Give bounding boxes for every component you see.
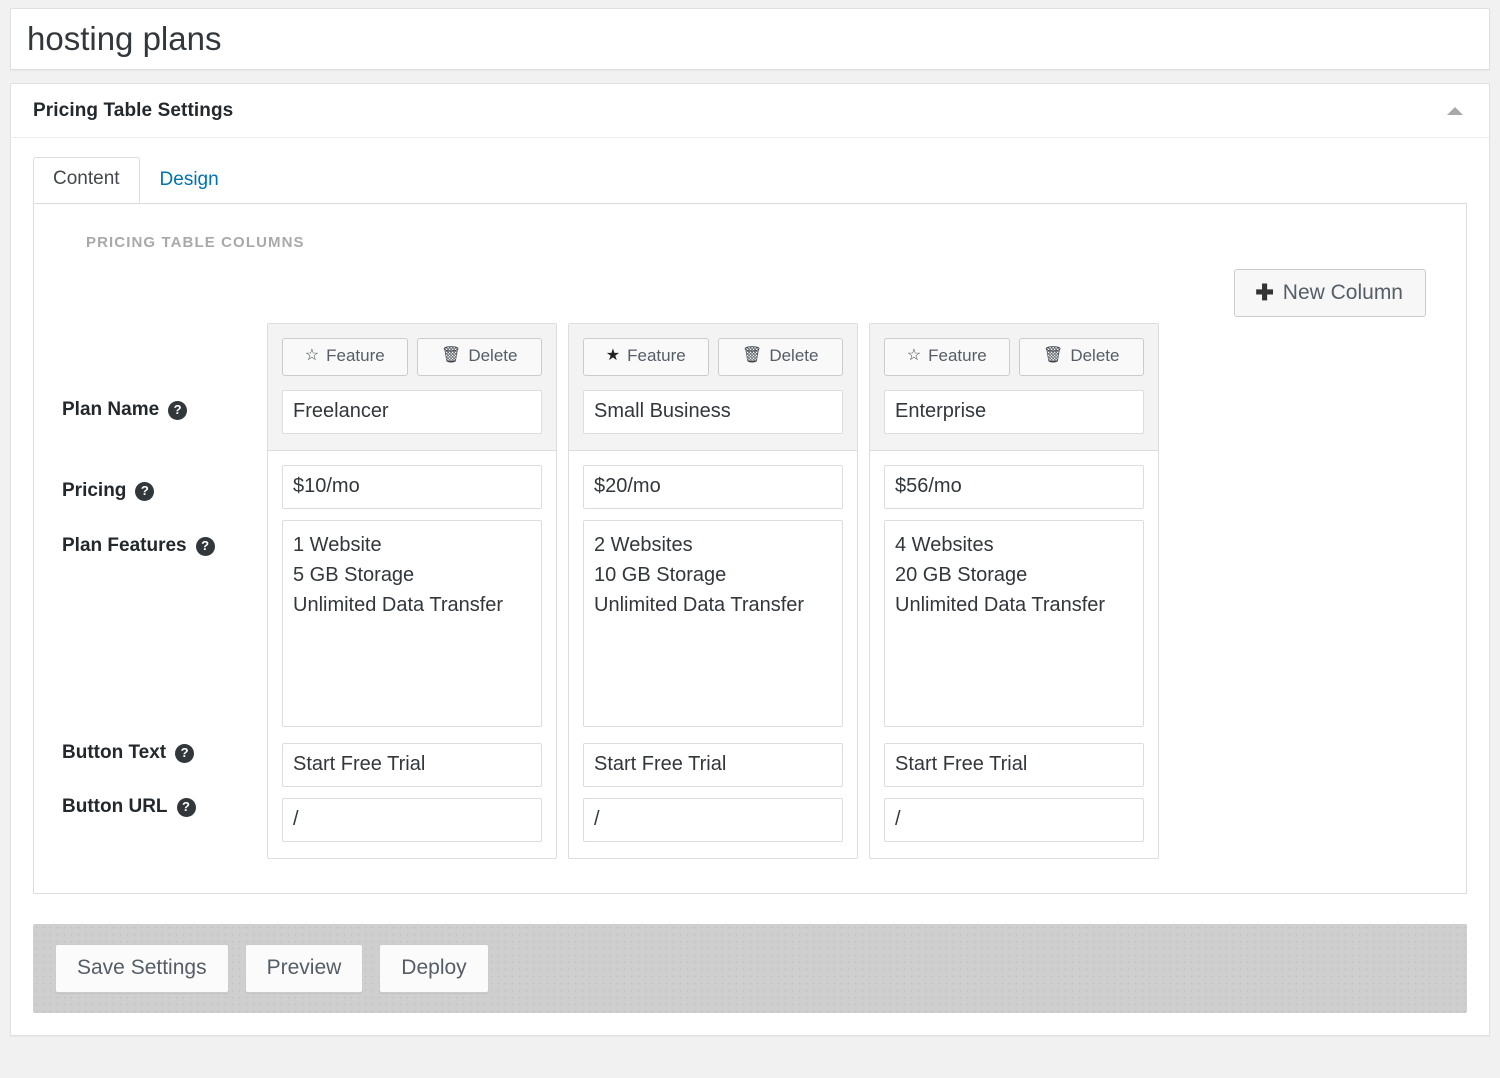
- label-pricing: Pricing ?: [62, 480, 267, 502]
- star-outline-icon: ☆: [305, 348, 319, 364]
- save-settings-button[interactable]: Save Settings: [55, 944, 229, 993]
- add-new-column-button[interactable]: ✚ New Column: [1234, 269, 1426, 317]
- column-body: 4 Websites 20 GB Storage Unlimited Data …: [870, 451, 1158, 858]
- feature-label: Feature: [326, 346, 385, 366]
- label-plan-name-text: Plan Name: [62, 399, 159, 421]
- button-text-input[interactable]: [282, 743, 542, 787]
- column-header: ☆ Feature 🗑 Delete: [268, 324, 556, 450]
- feature-label: Feature: [627, 346, 686, 366]
- label-button-text: Button Text ?: [62, 742, 267, 764]
- trash-icon: 🗑: [1043, 348, 1063, 364]
- column-header-buttons: ★ Feature 🗑 Delete: [583, 338, 843, 375]
- tab-design[interactable]: Design: [140, 158, 239, 203]
- plan-features-textarea[interactable]: 2 Websites 10 GB Storage Unlimited Data …: [583, 520, 843, 727]
- delete-column-button[interactable]: 🗑 Delete: [417, 338, 543, 375]
- column-header-buttons: ☆ Feature 🗑 Delete: [884, 338, 1144, 375]
- star-filled-icon: ★: [606, 348, 620, 364]
- label-plan-features-text: Plan Features: [62, 535, 187, 557]
- plan-name-input[interactable]: [884, 390, 1144, 434]
- metabox-header: Pricing Table Settings: [11, 84, 1489, 138]
- pricing-column-card: ☆ Feature 🗑 Delete: [869, 323, 1159, 858]
- settings-tabs: Content Design: [33, 158, 1467, 204]
- label-button-url-text: Button URL: [62, 796, 168, 818]
- button-url-input[interactable]: [884, 798, 1144, 842]
- trash-icon: 🗑: [441, 348, 461, 364]
- column-body: 2 Websites 10 GB Storage Unlimited Data …: [569, 451, 857, 858]
- label-plan-name: Plan Name ?: [62, 399, 267, 421]
- button-text-input[interactable]: [884, 743, 1144, 787]
- pricing-column-card: ★ Feature 🗑 Delete: [568, 323, 858, 858]
- feature-column-button[interactable]: ☆ Feature: [282, 338, 408, 375]
- row-labels-column: Plan Name ? Pricing ? Plan Features ?: [62, 323, 267, 818]
- plan-name-input[interactable]: [282, 390, 542, 434]
- help-icon-pricing[interactable]: ?: [135, 482, 154, 501]
- metabox-footer: Save Settings Preview Deploy: [33, 924, 1467, 1013]
- pricing-table-settings-metabox: Pricing Table Settings Content Design PR…: [10, 83, 1490, 1036]
- column-header-buttons: ☆ Feature 🗑 Delete: [282, 338, 542, 375]
- column-cards: ☆ Feature 🗑 Delete: [267, 323, 1159, 858]
- delete-column-button[interactable]: 🗑 Delete: [718, 338, 844, 375]
- plan-features-textarea[interactable]: 1 Website 5 GB Storage Unlimited Data Tr…: [282, 520, 542, 727]
- pricing-columns-grid: Plan Name ? Pricing ? Plan Features ?: [62, 323, 1438, 858]
- delete-column-button[interactable]: 🗑 Delete: [1019, 338, 1145, 375]
- help-icon-plan-features[interactable]: ?: [196, 537, 215, 556]
- button-text-input[interactable]: [583, 743, 843, 787]
- trash-icon: 🗑: [742, 348, 762, 364]
- button-url-input[interactable]: [583, 798, 843, 842]
- column-body: 1 Website 5 GB Storage Unlimited Data Tr…: [268, 451, 556, 858]
- feature-column-button[interactable]: ☆ Feature: [884, 338, 1010, 375]
- label-plan-features: Plan Features ?: [62, 535, 267, 557]
- plus-icon: ✚: [1255, 282, 1273, 304]
- pricing-column-card: ☆ Feature 🗑 Delete: [267, 323, 557, 858]
- pricing-input[interactable]: [282, 465, 542, 509]
- section-heading: PRICING TABLE COLUMNS: [86, 234, 1438, 251]
- post-title-input[interactable]: [25, 19, 1475, 59]
- triangle-up-icon[interactable]: [1447, 107, 1463, 115]
- new-column-label: New Column: [1283, 280, 1403, 305]
- label-button-text-text: Button Text: [62, 742, 166, 764]
- preview-button[interactable]: Preview: [245, 944, 364, 993]
- metabox-body: Content Design PRICING TABLE COLUMNS ✚ N…: [11, 138, 1489, 894]
- columns-toolbar: ✚ New Column: [62, 269, 1438, 317]
- label-pricing-text: Pricing: [62, 480, 126, 502]
- delete-label: Delete: [1070, 346, 1119, 366]
- admin-page: Pricing Table Settings Content Design PR…: [0, 0, 1500, 1078]
- plan-name-input[interactable]: [583, 390, 843, 434]
- metabox-title: Pricing Table Settings: [33, 100, 233, 122]
- help-icon-button-url[interactable]: ?: [177, 798, 196, 817]
- feature-label: Feature: [928, 346, 987, 366]
- content-tab-panel: PRICING TABLE COLUMNS ✚ New Column Plan …: [33, 203, 1467, 894]
- star-outline-icon: ☆: [907, 348, 921, 364]
- tab-content[interactable]: Content: [33, 157, 140, 203]
- deploy-button[interactable]: Deploy: [379, 944, 488, 993]
- delete-label: Delete: [468, 346, 517, 366]
- pricing-input[interactable]: [583, 465, 843, 509]
- button-url-input[interactable]: [282, 798, 542, 842]
- delete-label: Delete: [769, 346, 818, 366]
- pricing-input[interactable]: [884, 465, 1144, 509]
- column-header: ★ Feature 🗑 Delete: [569, 324, 857, 450]
- help-icon-button-text[interactable]: ?: [175, 744, 194, 763]
- help-icon-plan-name[interactable]: ?: [168, 401, 187, 420]
- feature-column-button[interactable]: ★ Feature: [583, 338, 709, 375]
- label-button-url: Button URL ?: [62, 796, 267, 818]
- column-header: ☆ Feature 🗑 Delete: [870, 324, 1158, 450]
- post-title-bar: [10, 8, 1490, 70]
- plan-features-textarea[interactable]: 4 Websites 20 GB Storage Unlimited Data …: [884, 520, 1144, 727]
